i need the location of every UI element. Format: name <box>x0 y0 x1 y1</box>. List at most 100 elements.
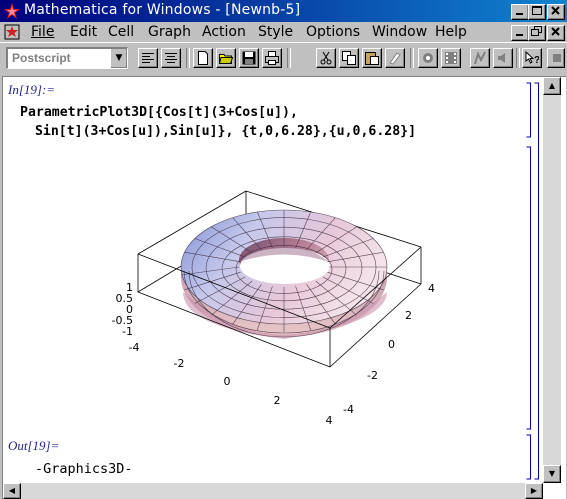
notebook-content[interactable]: In[19]:= ParametricPlot3D[{Cos[t](3+Cos[… <box>3 77 541 484</box>
scroll-up-button[interactable]: ▲ <box>543 77 561 95</box>
clear-button[interactable] <box>385 48 405 68</box>
print-button[interactable] <box>262 48 282 68</box>
save-button[interactable] <box>239 48 259 68</box>
open-button[interactable] <box>216 48 236 68</box>
print-icon <box>265 51 279 65</box>
y-tick: 0 <box>388 338 395 351</box>
toolbar-separator <box>410 48 414 68</box>
x-tick: -2 <box>174 357 185 370</box>
cut-icon <box>320 51 332 65</box>
minimize-icon <box>516 34 523 36</box>
graphics-cell-bracket <box>526 146 531 430</box>
toolbar-separator <box>516 48 520 68</box>
notebook-window: In[19]:= ParametricPlot3D[{Cos[t](3+Cos[… <box>2 76 566 499</box>
copy-icon <box>342 51 356 65</box>
menu-bar: File Edit Cell Graph Action Style Option… <box>0 22 567 42</box>
close-icon <box>551 6 560 15</box>
menu-window-label: Window <box>372 24 428 40</box>
scroll-down-button[interactable]: ▼ <box>543 465 561 483</box>
output-label: Out[19]= <box>8 438 60 453</box>
sound-button[interactable] <box>493 48 513 68</box>
x-tick: 4 <box>326 414 333 427</box>
menu-cell[interactable]: Cell <box>108 24 134 40</box>
evaluate-icon <box>423 53 433 63</box>
menu-edit[interactable]: Edit <box>70 24 97 40</box>
doc-minimize-button[interactable] <box>511 25 529 41</box>
paste-button[interactable] <box>362 48 382 68</box>
window-title: Mathematica for Windows - [Newnb-5] <box>24 2 301 18</box>
output-cell-bracket <box>526 434 531 480</box>
chevron-down-icon[interactable]: ▼ <box>110 49 127 68</box>
x-tick: 0 <box>224 375 231 388</box>
paste-icon <box>365 52 379 65</box>
minimize-button[interactable] <box>511 4 529 20</box>
graphics-icon <box>474 51 486 65</box>
menu-help[interactable]: Help <box>435 24 467 40</box>
maximize-icon <box>532 6 542 15</box>
x-tick: -4 <box>129 341 140 354</box>
title-bar: Mathematica for Windows - [Newnb-5] <box>0 0 567 22</box>
cell-brackets[interactable] <box>525 77 541 484</box>
toolbar-separator <box>186 48 190 68</box>
z-tick: -1 <box>122 325 133 338</box>
toolbar-separator <box>287 48 291 68</box>
y-tick: 2 <box>405 309 412 322</box>
evaluate-button[interactable] <box>418 48 438 68</box>
align-center-button[interactable] <box>161 48 181 68</box>
copy-button[interactable] <box>339 48 359 68</box>
doc-close-button[interactable] <box>547 25 565 41</box>
document-icon[interactable] <box>4 24 20 40</box>
new-button[interactable] <box>193 48 213 68</box>
menu-file[interactable]: File <box>31 24 54 40</box>
animate-icon <box>445 52 457 64</box>
style-selector-value: Postscript <box>12 51 71 65</box>
group-cell-bracket <box>534 82 539 480</box>
y-tick: 4 <box>428 282 435 295</box>
extra-button[interactable] <box>547 48 565 68</box>
sound-icon <box>498 53 505 63</box>
align-center-icon <box>165 53 177 63</box>
scroll-left-button[interactable]: ◀ <box>3 483 21 499</box>
y-tick: -4 <box>343 403 354 416</box>
help-icon: ? <box>525 51 539 65</box>
clear-icon <box>389 52 401 65</box>
torus-plot[interactable]: 1 0.5 0 -0.5 -1 -4 -2 0 2 4 4 2 0 -2 -4 <box>3 77 541 437</box>
mathematica-logo-icon <box>4 3 20 19</box>
menu-style[interactable]: Style <box>258 24 293 40</box>
align-left-button[interactable] <box>138 48 158 68</box>
menu-style-label: Style <box>258 24 294 40</box>
cut-button[interactable] <box>316 48 336 68</box>
toolbar: Postscript ▼ ? <box>0 42 567 75</box>
close-icon <box>551 27 560 36</box>
x-tick: 2 <box>274 394 281 407</box>
help-button[interactable]: ? <box>522 48 542 68</box>
y-tick: -2 <box>367 369 378 382</box>
align-left-icon <box>142 53 154 63</box>
menu-options-label: Options <box>306 24 361 40</box>
menu-graph[interactable]: Graph <box>148 24 191 40</box>
close-button[interactable] <box>547 4 565 20</box>
menu-action[interactable]: Action <box>202 24 246 40</box>
menu-window[interactable]: Window <box>372 24 427 40</box>
scroll-right-button[interactable]: ▶ <box>525 483 543 499</box>
doc-restore-button[interactable] <box>528 25 546 41</box>
x-axis-ticks: -4 -2 0 2 4 <box>129 341 333 427</box>
menu-options[interactable]: Options <box>306 24 360 40</box>
vertical-scrollbar[interactable]: ▲ ▼ <box>543 77 561 483</box>
menu-file-label: File <box>31 24 55 40</box>
menu-action-label: Action <box>202 24 246 40</box>
graphics-button[interactable] <box>470 48 490 68</box>
menu-edit-label: Edit <box>70 24 98 40</box>
maximize-button[interactable] <box>528 4 546 20</box>
menu-cell-label: Cell <box>108 24 135 40</box>
save-icon <box>242 51 256 65</box>
style-selector[interactable]: Postscript ▼ <box>6 47 128 69</box>
open-icon <box>219 54 233 64</box>
output-text[interactable]: -Graphics3D- <box>35 461 133 477</box>
animate-button[interactable] <box>441 48 461 68</box>
menu-help-label: Help <box>435 24 467 40</box>
horizontal-scrollbar[interactable]: ◀ ▶ <box>3 483 543 499</box>
z-axis-ticks: 1 0.5 0 -0.5 -1 <box>112 281 133 338</box>
svg-text:?: ? <box>534 55 539 65</box>
minimize-icon <box>516 13 523 15</box>
